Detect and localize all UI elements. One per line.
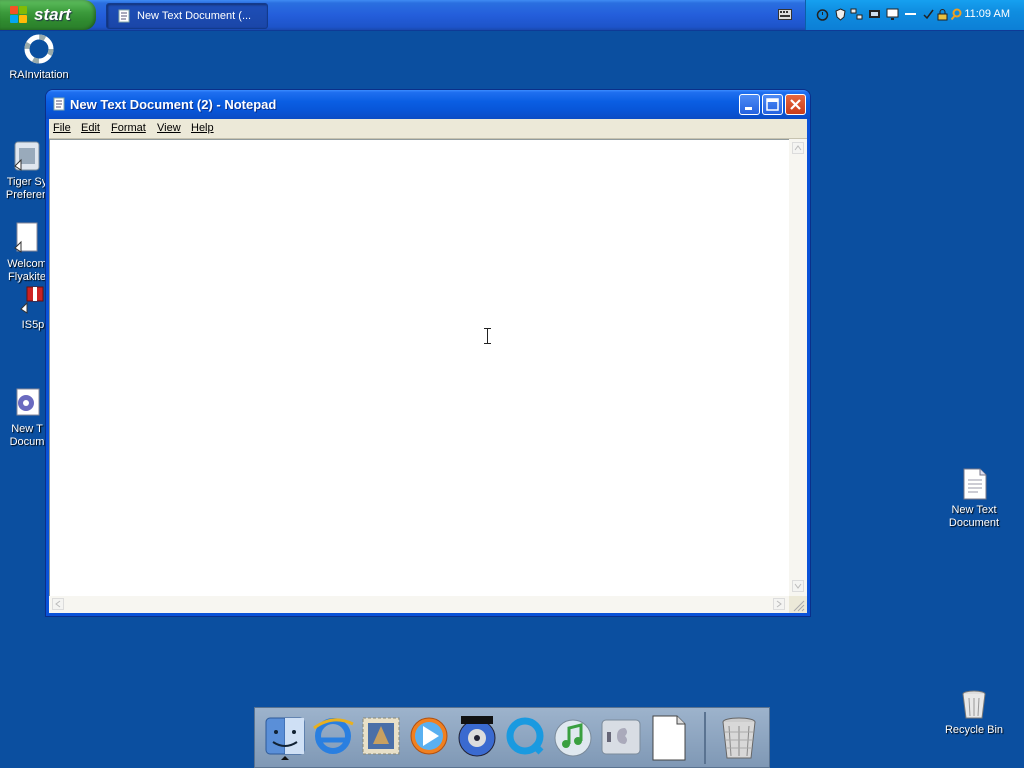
trash-icon[interactable] (717, 714, 761, 762)
start-button[interactable]: start (0, 0, 96, 30)
chevron-down-icon (794, 583, 802, 589)
desktop-icon-label: RAInvitation (9, 69, 69, 81)
system-preferences-icon (11, 127, 43, 171)
quicktime-icon[interactable] (503, 714, 547, 762)
dvd-player-icon[interactable] (455, 714, 499, 762)
check-icon[interactable] (922, 8, 935, 21)
minimize-button[interactable] (739, 94, 760, 115)
desktop-icon-label: New Text Document (948, 504, 1000, 529)
scroll-left-arrow[interactable] (52, 598, 64, 610)
resize-grip-icon (793, 600, 805, 612)
start-label: start (34, 5, 71, 24)
notepad-icon (117, 9, 131, 23)
taskbar-button-notepad[interactable]: New Text Document (... (106, 3, 268, 29)
lock-icon[interactable] (936, 8, 949, 21)
horizontal-scrollbar[interactable] (49, 596, 789, 613)
menu-format[interactable]: Format (111, 122, 146, 134)
chevron-up-icon (794, 145, 802, 151)
mail-stamp-icon[interactable] (359, 714, 403, 762)
menu-help[interactable]: Help (191, 122, 214, 134)
security-shield-icon[interactable] (834, 8, 847, 21)
close-button[interactable] (785, 94, 806, 115)
minimize-bar-icon[interactable] (904, 8, 917, 21)
scroll-down-arrow[interactable] (792, 580, 804, 592)
media-player-icon[interactable] (407, 714, 451, 762)
menu-edit[interactable]: Edit (81, 122, 100, 134)
network-icon[interactable] (850, 8, 863, 21)
text-editor-area[interactable] (49, 139, 790, 597)
dock-separator (704, 712, 706, 764)
menu-file[interactable]: File (53, 122, 71, 134)
display-icon[interactable] (868, 8, 881, 21)
clock[interactable]: 11:09 AM (964, 8, 1010, 20)
notepad-titlebar[interactable]: New Text Document (2) - Notepad (46, 90, 810, 119)
window-title: New Text Document (2) - Notepad (70, 97, 277, 112)
taskbar-button-label: New Text Document (... (137, 10, 252, 22)
windows-flag-icon (10, 6, 28, 24)
minimize-icon (745, 107, 752, 110)
scroll-up-arrow[interactable] (792, 142, 804, 154)
lifebuoy-icon (23, 33, 55, 65)
desktop-icon-recycle-bin[interactable]: Recycle Bin (934, 688, 1014, 737)
resize-grip[interactable] (789, 596, 807, 613)
document-icon (11, 209, 43, 253)
desktop-icon-label: Recycle Bin (944, 724, 1004, 736)
keyboard-icon[interactable] (778, 9, 792, 20)
menu-view[interactable]: View (157, 122, 181, 134)
text-document-icon (958, 455, 990, 500)
itunes-icon[interactable] (551, 714, 595, 762)
text-cursor-icon (484, 328, 491, 344)
system-tray: 11:09 AM (805, 0, 1024, 30)
monitor-icon[interactable] (886, 8, 899, 21)
internet-explorer-icon[interactable] (311, 714, 355, 762)
chevron-right-icon (776, 600, 782, 608)
vertical-scrollbar[interactable] (789, 139, 807, 596)
maximize-icon (766, 98, 779, 111)
dvd-document-icon (11, 374, 43, 416)
chevron-left-icon (55, 600, 61, 608)
blank-document-icon[interactable] (647, 714, 691, 762)
recycle-bin-icon (958, 688, 990, 720)
desktop-icon-rainvitation[interactable]: RAInvitation (0, 33, 79, 82)
menubar: File Edit Format View Help (49, 119, 807, 139)
installer-box-icon (17, 283, 49, 315)
scroll-right-arrow[interactable] (773, 598, 785, 610)
taskbar: start New Text Document (... 11:09 AM (0, 0, 1024, 31)
alarm-clock-icon[interactable] (816, 8, 829, 21)
dock (254, 707, 770, 768)
notepad-icon (52, 97, 66, 111)
search-icon[interactable] (950, 8, 963, 21)
desktop-icon-new-text-document[interactable]: New Text Document (934, 442, 1014, 543)
system-preferences-icon[interactable] (599, 714, 643, 762)
maximize-button[interactable] (762, 94, 783, 115)
notepad-window: New Text Document (2) - Notepad File Edi… (46, 90, 810, 616)
close-icon (790, 99, 801, 110)
finder-icon[interactable] (263, 714, 307, 762)
